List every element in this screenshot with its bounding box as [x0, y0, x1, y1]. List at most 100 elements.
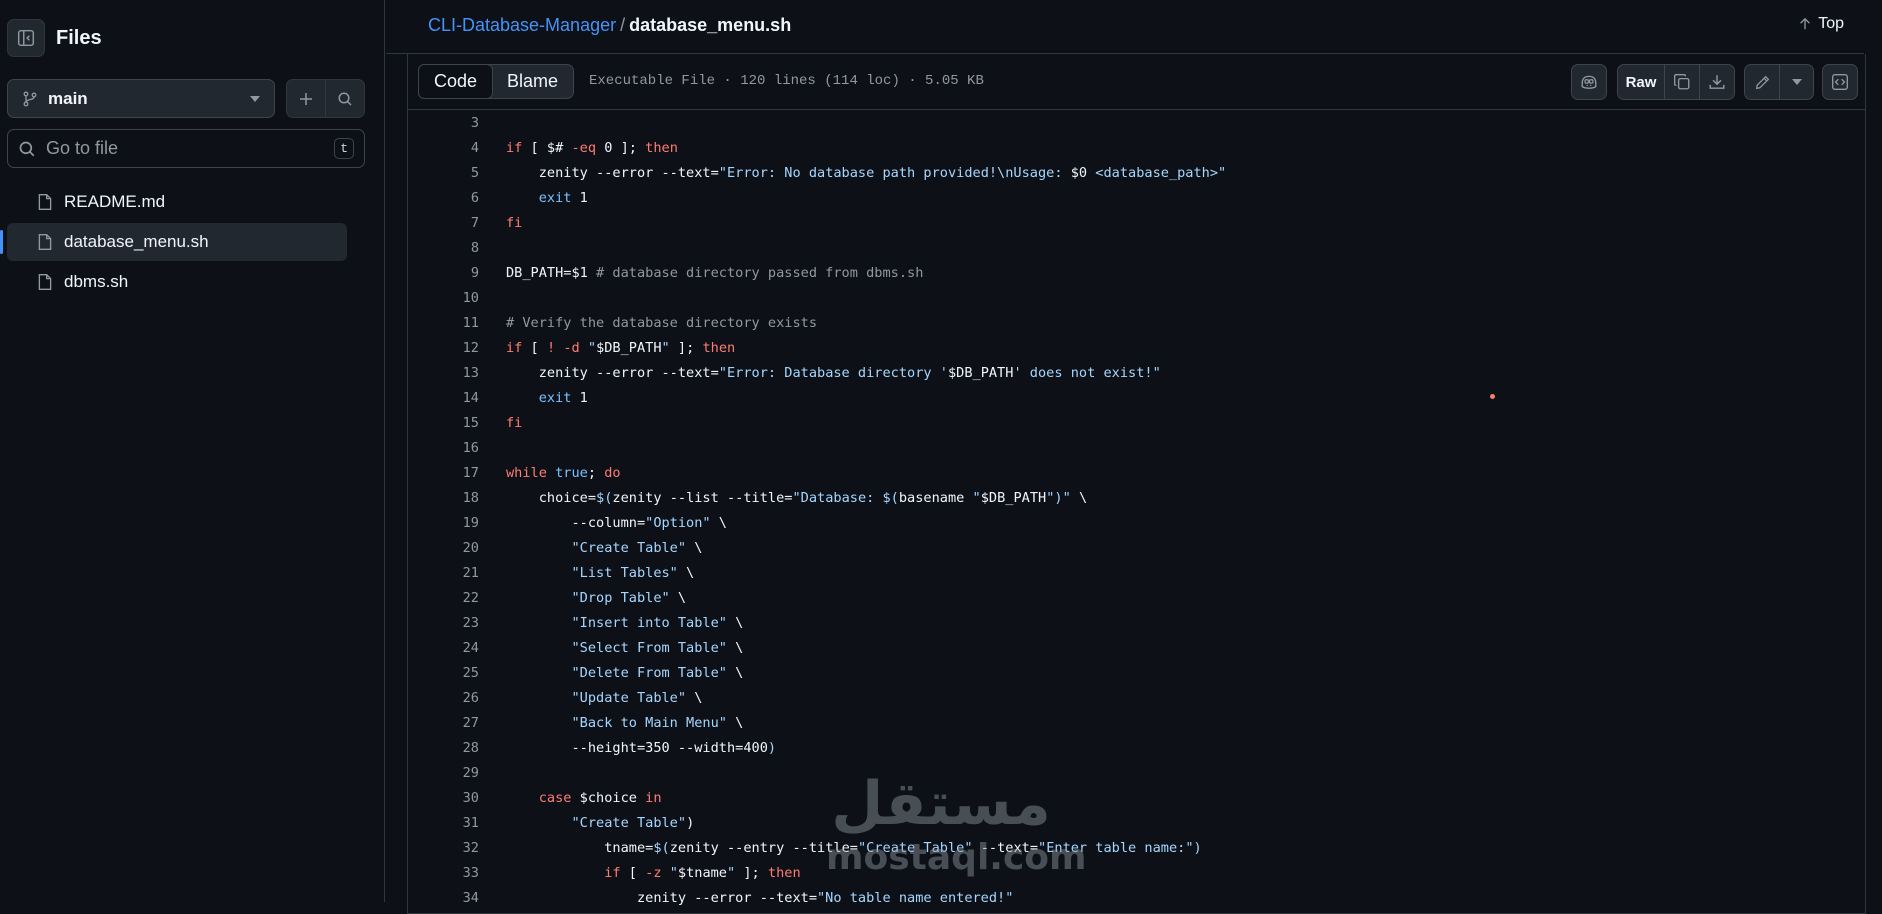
line-number[interactable]: 30 [408, 790, 479, 806]
line-number[interactable]: 18 [408, 490, 479, 506]
code-token: in [645, 789, 662, 806]
code-token: ) [767, 739, 777, 756]
code-line: 12 if [ ! -d "$DB_PATH" ]; then [408, 335, 1865, 360]
tree-item-readme[interactable]: README.md [7, 183, 347, 221]
code-token: <database_path>" [1087, 164, 1227, 181]
tree-item-label: README.md [64, 192, 166, 211]
keyboard-shortcut-hint: t [334, 138, 354, 159]
download-button[interactable] [1699, 64, 1735, 100]
tree-item-dbms[interactable]: dbms.sh [7, 263, 347, 301]
code-token: if [506, 139, 523, 156]
copilot-button[interactable] [1571, 64, 1607, 100]
line-number[interactable]: 26 [408, 690, 479, 706]
edit-file-button[interactable] [1744, 64, 1780, 100]
go-to-file-input[interactable] [46, 138, 335, 159]
line-source: "Back to Main Menu" \ [506, 715, 743, 731]
tab-blame[interactable]: Blame [492, 65, 573, 98]
code-token: # Verify the database directory exists [506, 314, 817, 331]
code-token: -eq [571, 139, 597, 156]
collapse-sidebar-button[interactable] [7, 19, 45, 57]
line-number[interactable]: 15 [408, 415, 479, 431]
code-token: [ [522, 339, 547, 356]
code-token: ]; [735, 864, 768, 881]
line-number[interactable]: 17 [408, 465, 479, 481]
breadcrumb-repo-link[interactable]: CLI-Database-Manager [428, 15, 616, 35]
code-line: 11 # Verify the database directory exists [408, 310, 1865, 335]
code-token: ) [1193, 839, 1202, 856]
code-token: basename [898, 489, 973, 506]
code-token: " [587, 339, 597, 356]
watermark-latin: mostaql.com [826, 837, 1087, 878]
line-number[interactable]: 33 [408, 865, 479, 881]
line-source: exit 1 [506, 190, 588, 206]
line-source: zenity --error --text="Error: No databas… [506, 164, 1227, 181]
line-number[interactable]: 24 [408, 640, 479, 656]
add-file-button[interactable] [286, 79, 326, 118]
code-token: "Error: No database path provided!\nUsag… [718, 164, 1071, 181]
line-number[interactable]: 8 [408, 240, 479, 256]
line-number[interactable]: 23 [408, 615, 479, 631]
code-token: exit [506, 189, 572, 206]
code-token: -z [645, 864, 662, 881]
tab-code[interactable]: Code [418, 64, 494, 99]
code-line: 32 tname=$(zenity --entry --title="Creat… [408, 835, 1865, 860]
line-source: fi [506, 415, 522, 431]
line-number[interactable]: 9 [408, 265, 479, 281]
line-number[interactable]: 29 [408, 765, 479, 781]
line-number[interactable]: 3 [408, 115, 479, 131]
line-number[interactable]: 4 [408, 140, 479, 156]
raw-button[interactable]: Raw [1617, 64, 1665, 100]
line-number[interactable]: 22 [408, 590, 479, 606]
code-token: zenity --error --text= [506, 889, 817, 906]
line-number[interactable]: 27 [408, 715, 479, 731]
code-line: 33 if [ -z "$tname" ]; then [408, 860, 1865, 885]
code-line: 28 --height=350 --width=400) [408, 735, 1865, 760]
line-number[interactable]: 7 [408, 215, 479, 231]
edit-options-button[interactable] [1779, 64, 1814, 100]
line-source: --column="Option" \ [506, 515, 727, 531]
copy-raw-button[interactable] [1664, 64, 1700, 100]
code-token: "Delete From Table" [506, 664, 727, 681]
line-number[interactable]: 16 [408, 440, 479, 456]
line-number[interactable]: 28 [408, 740, 479, 756]
line-number[interactable]: 13 [408, 365, 479, 381]
line-number[interactable]: 19 [408, 515, 479, 531]
line-number[interactable]: 12 [408, 340, 479, 356]
line-number[interactable]: 34 [408, 890, 479, 906]
line-number[interactable]: 14 [408, 390, 479, 406]
code-token: then [645, 139, 678, 156]
triangle-down-icon [250, 95, 260, 102]
line-number[interactable]: 32 [408, 840, 479, 856]
code-line: 22 "Drop Table" \ [408, 585, 1865, 610]
line-number[interactable]: 21 [408, 565, 479, 581]
line-number[interactable]: 11 [408, 315, 479, 331]
code-token: ]; [669, 339, 703, 356]
line-number[interactable]: 5 [408, 165, 479, 181]
code-square-icon [1832, 74, 1848, 90]
copy-icon [1674, 74, 1690, 90]
line-number[interactable]: 31 [408, 815, 479, 831]
tree-item-database-menu[interactable]: database_menu.sh [0, 223, 347, 261]
back-to-top-button[interactable]: Top [1798, 15, 1844, 33]
git-branch-icon [23, 91, 37, 106]
watermark-arabic: مستقل [831, 769, 1051, 839]
code-token: "Option" [645, 514, 711, 531]
code-token: --height=350 --width=400 [506, 739, 768, 756]
code-token: \ [726, 639, 744, 656]
branch-selector[interactable]: main [7, 79, 275, 118]
breadcrumb-file: database_menu.sh [629, 15, 792, 35]
search-code-button[interactable] [325, 79, 365, 118]
code-line: 9 DB_PATH=$1 # database directory passed … [408, 260, 1865, 285]
line-source: fi [506, 215, 522, 231]
plus-icon [300, 92, 312, 105]
go-to-file-search: t [7, 129, 365, 168]
symbols-panel-button[interactable] [1822, 64, 1858, 100]
line-number[interactable]: 10 [408, 290, 479, 306]
code-token: zenity --error --text= [506, 164, 719, 181]
code-line: 3 [408, 110, 1865, 135]
file-header: CLI-Database-Manager / database_menu.sh To… [386, 0, 1864, 54]
line-number[interactable]: 6 [408, 190, 479, 206]
code-line: 18 choice=$(zenity --list --title="Datab… [408, 485, 1865, 510]
line-number[interactable]: 20 [408, 540, 479, 556]
line-number[interactable]: 25 [408, 665, 479, 681]
